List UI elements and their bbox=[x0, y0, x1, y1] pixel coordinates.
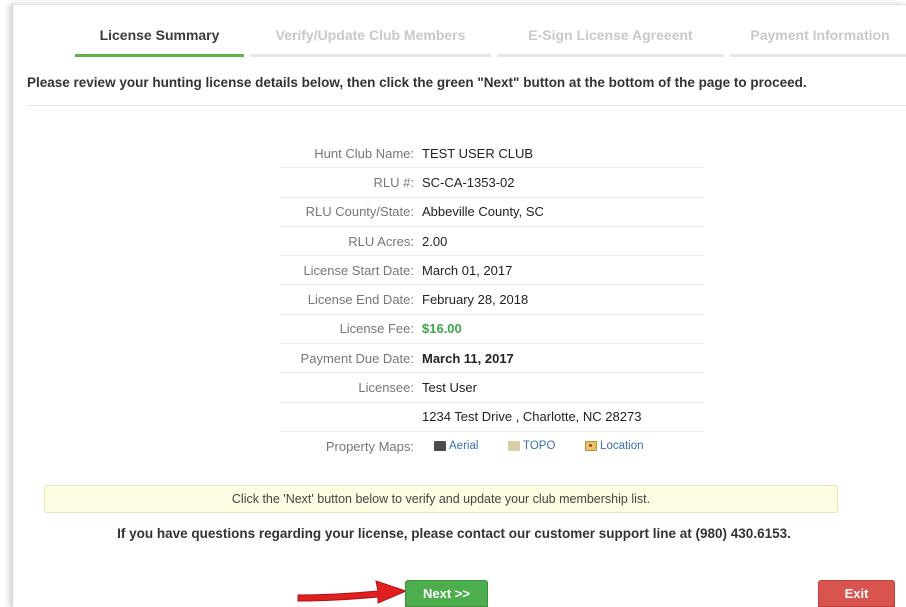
detail-row-rlu-number: RLU #: SC-CA-1353-02 bbox=[280, 168, 704, 198]
exit-button[interactable]: Exit bbox=[818, 580, 895, 607]
detail-label: RLU County/State: bbox=[305, 204, 414, 220]
red-arrow-icon bbox=[297, 580, 408, 604]
next-step-notice: Click the 'Next' button below to verify … bbox=[44, 485, 838, 513]
aerial-map-link[interactable]: Aerial bbox=[422, 440, 478, 452]
topo-map-link[interactable]: TOPO bbox=[508, 440, 555, 452]
topo-map-label: TOPO bbox=[523, 440, 556, 453]
detail-row-payment-due-date: Payment Due Date: March 11, 2017 bbox=[280, 344, 704, 374]
detail-row-license-fee: License Fee: $16.00 bbox=[280, 315, 704, 345]
detail-row-rlu-county-state: RLU County/State: Abbeville County, SC bbox=[280, 198, 704, 227]
license-details-table: Hunt Club Name: TEST USER CLUB RLU #: SC… bbox=[280, 139, 704, 461]
payment-due-date-value: March 11, 2017 bbox=[422, 350, 514, 366]
detail-label: License End Date: bbox=[307, 292, 414, 308]
detail-label: License Fee: bbox=[339, 321, 414, 337]
aerial-map-label: Aerial bbox=[449, 440, 479, 453]
detail-row-address: 1234 Test Drive , Charlotte, NC 28273 bbox=[280, 403, 704, 432]
detail-label: Hunt Club Name: bbox=[314, 145, 414, 161]
location-map-icon bbox=[585, 441, 598, 452]
license-start-date-value: March 01, 2017 bbox=[422, 262, 513, 278]
divider bbox=[27, 105, 906, 106]
detail-label: Property Maps: bbox=[325, 439, 414, 455]
detail-label: RLU #: bbox=[373, 174, 414, 190]
tab-e-sign-license-agreement[interactable]: E-Sign License Agreeent bbox=[497, 15, 724, 57]
detail-row-licensee: Licensee: Test User bbox=[280, 373, 704, 403]
detail-label: Licensee: bbox=[358, 380, 414, 396]
detail-row-license-start-date: License Start Date: March 01, 2017 bbox=[280, 256, 704, 286]
property-map-links: Aerial TOPO Location bbox=[420, 439, 704, 454]
detail-label: License Start Date: bbox=[303, 262, 414, 278]
location-map-label: Location bbox=[600, 440, 644, 453]
detail-row-property-maps: Property Maps: Aerial TOPO Location bbox=[280, 432, 704, 461]
support-contact-text: If you have questions regarding your lic… bbox=[117, 526, 791, 541]
detail-row-license-end-date: License End Date: February 28, 2018 bbox=[280, 285, 704, 315]
aerial-map-icon bbox=[434, 441, 446, 452]
wizard-tabs: License Summary Verify/Update Club Membe… bbox=[75, 15, 906, 57]
rlu-acres-value: 2.00 bbox=[422, 233, 448, 249]
detail-row-hunt-club-name: Hunt Club Name: TEST USER CLUB bbox=[280, 139, 704, 169]
rlu-county-state-value: Abbeville County, SC bbox=[422, 204, 544, 220]
intro-instructions: Please review your hunting license detai… bbox=[27, 75, 807, 90]
detail-row-rlu-acres: RLU Acres: 2.00 bbox=[280, 227, 704, 257]
tab-license-summary[interactable]: License Summary bbox=[75, 15, 244, 57]
licensee-address-value: 1234 Test Drive , Charlotte, NC 28273 bbox=[422, 409, 642, 425]
licensee-value: Test User bbox=[422, 380, 477, 396]
location-map-link[interactable]: Location bbox=[585, 440, 644, 453]
topo-map-icon bbox=[508, 441, 521, 452]
license-end-date-value: February 28, 2018 bbox=[422, 292, 529, 308]
next-button[interactable]: Next >> bbox=[405, 580, 488, 607]
detail-label: Payment Due Date: bbox=[300, 350, 414, 366]
license-fee-value: $16.00 bbox=[422, 321, 462, 337]
license-panel: License Summary Verify/Update Club Membe… bbox=[12, 4, 906, 607]
tab-payment-information[interactable]: Payment Information bbox=[730, 15, 906, 57]
detail-label: RLU Acres: bbox=[348, 233, 414, 249]
hunt-club-name-value: TEST USER CLUB bbox=[422, 145, 534, 161]
rlu-number-value: SC-CA-1353-02 bbox=[422, 174, 515, 190]
tab-verify-update-club-members[interactable]: Verify/Update Club Members bbox=[250, 15, 491, 57]
